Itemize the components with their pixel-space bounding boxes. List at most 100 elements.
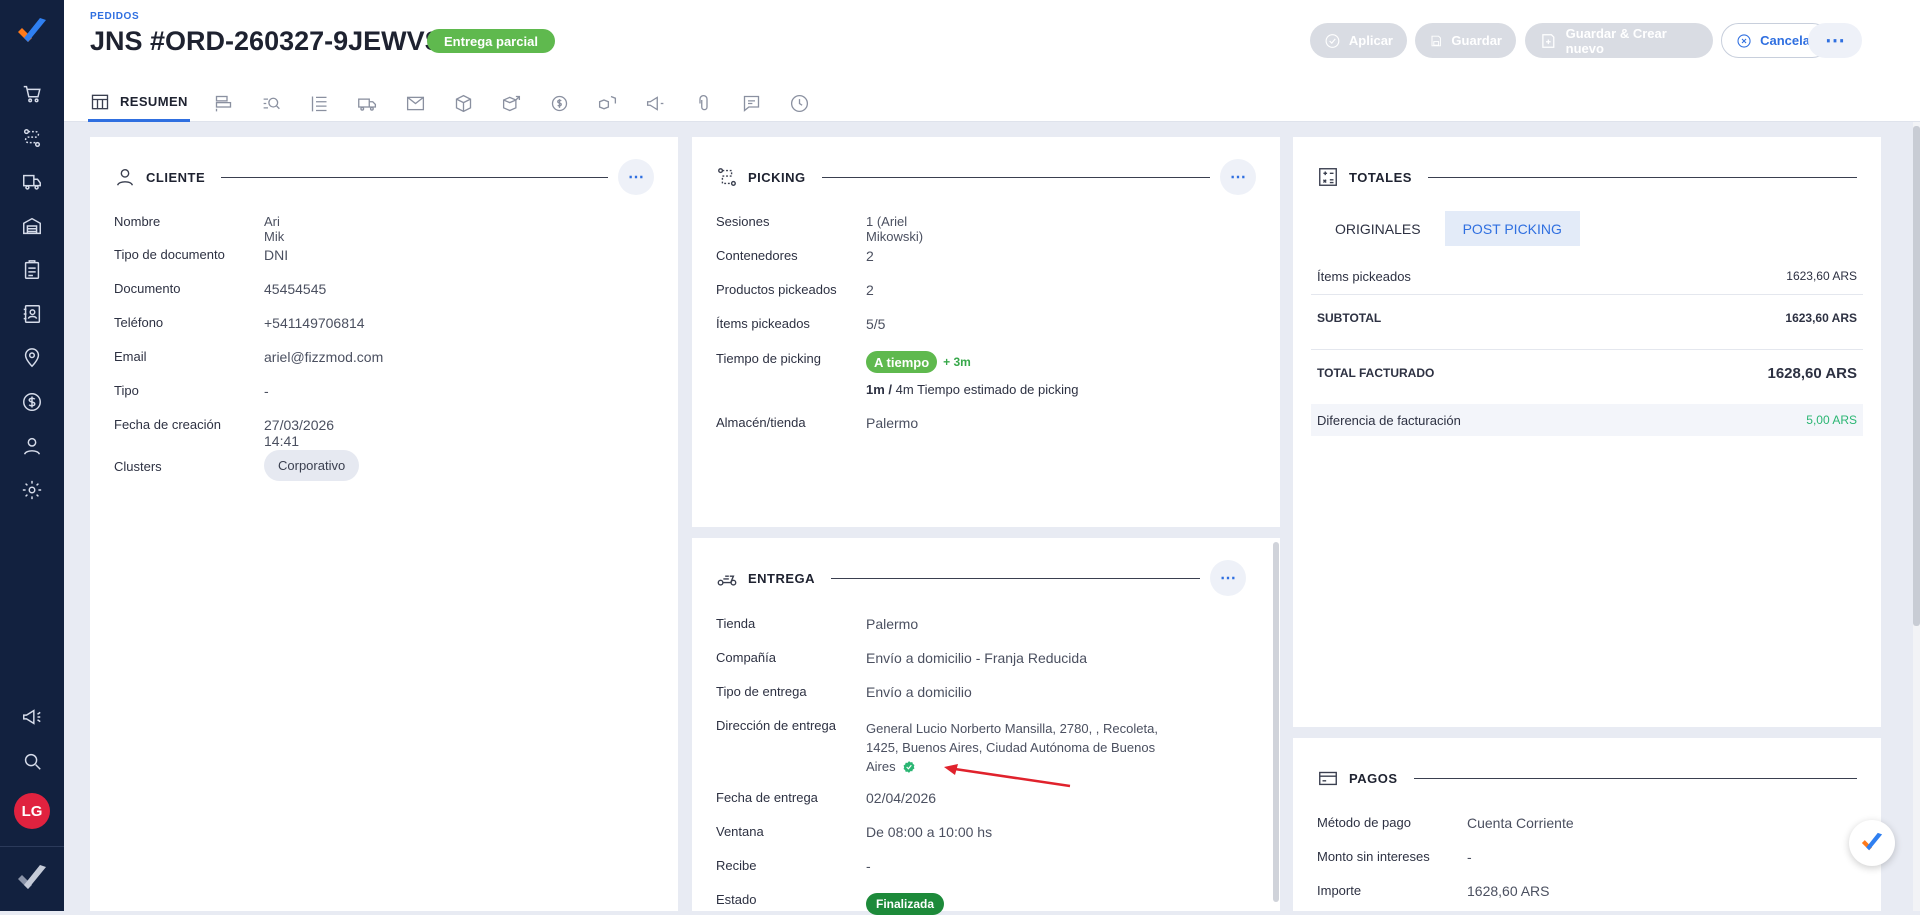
picking-more-button[interactable]: ⋯ (1220, 159, 1256, 195)
diff-value: 5,00 ARS (1806, 413, 1857, 427)
tab-returns[interactable] (500, 91, 524, 115)
field-label: Sesiones (716, 214, 770, 229)
lines-icon (312, 96, 327, 111)
header-divider (1413, 777, 1857, 779)
attachment-icon (699, 94, 708, 110)
toggle-post-picking[interactable]: POST PICKING (1444, 211, 1580, 246)
dollar-icon (552, 95, 568, 111)
entrega-scrollbar[interactable] (1273, 542, 1279, 902)
chat-icon (744, 95, 760, 112)
field-label: Fecha de entrega (716, 790, 818, 805)
picking-title: PICKING (748, 169, 806, 185)
picking-header: PICKING ⋯ (716, 159, 1256, 195)
toggle-originales[interactable]: ORIGINALES (1317, 211, 1439, 246)
tab-attachments[interactable] (692, 91, 716, 115)
clock-icon (791, 94, 809, 112)
clipboard-icon[interactable] (20, 258, 44, 282)
pagos-header: PAGOS (1317, 764, 1857, 792)
field-label: Monto sin intereses (1317, 849, 1430, 864)
field-value: 1623,60 ARS (1786, 269, 1857, 283)
save-new-button[interactable]: Guardar & Crear nuevo (1525, 23, 1713, 58)
tab-resumen[interactable]: RESUMEN (88, 84, 190, 122)
field-label: TOTAL FACTURADO (1317, 366, 1435, 380)
delivery-icon[interactable] (20, 170, 44, 194)
contact-icon[interactable] (20, 302, 44, 326)
tab-history[interactable] (788, 91, 812, 115)
tab-comments[interactable] (740, 91, 764, 115)
dollar-icon[interactable] (20, 390, 44, 414)
picking-estimated-time: 4m Tiempo estimado de picking (895, 382, 1079, 397)
time-delta: + 3m (943, 355, 971, 369)
field-value: - (866, 858, 871, 874)
field-label: SUBTOTAL (1317, 311, 1382, 325)
entrega-more-button[interactable]: ⋯ (1210, 560, 1246, 596)
field-label: Estado (716, 892, 757, 907)
settings-icon[interactable] (20, 478, 44, 502)
cliente-header: CLIENTE ⋯ (114, 159, 654, 195)
route-icon[interactable] (20, 126, 44, 150)
apply-button[interactable]: Aplicar (1310, 23, 1407, 58)
save-plus-icon (1542, 33, 1555, 48)
total-value: 1628,60 ARS (1767, 364, 1857, 382)
field-label: Tipo (114, 383, 139, 398)
search-icon[interactable] (20, 749, 44, 773)
location-icon[interactable] (20, 346, 44, 370)
field-label: Ventana (716, 824, 764, 839)
apply-button-label: Aplicar (1348, 33, 1393, 48)
user-icon[interactable] (20, 434, 44, 458)
help-fab-button[interactable] (1849, 820, 1895, 866)
megaphone-icon[interactable] (20, 705, 44, 729)
field-value: 1628,60 ARS (1467, 883, 1550, 899)
save-button[interactable]: Guardar (1415, 23, 1516, 58)
more-actions-button[interactable]: ⋯ (1808, 23, 1862, 58)
tab-items[interactable] (212, 91, 236, 115)
field-label: Importe (1317, 883, 1362, 898)
tab-shipping[interactable] (356, 91, 380, 115)
customer-name-link[interactable]: Ari Mik (264, 214, 284, 244)
tab-payments[interactable] (548, 91, 572, 115)
cliente-more-button[interactable]: ⋯ (618, 159, 654, 195)
field-label: Teléfono (114, 315, 164, 330)
field-label: Ítems pickeados (716, 316, 810, 331)
sidebar-divider (0, 846, 64, 847)
field-label: Compañía (716, 650, 776, 665)
field-value: 45454545 (264, 281, 327, 297)
field-value: 5/5 (866, 316, 886, 332)
save-icon (1431, 35, 1441, 46)
warehouse-icon[interactable] (20, 214, 44, 238)
app-logo[interactable] (14, 14, 50, 50)
avatar[interactable]: LG (14, 793, 50, 829)
field-label: Nombre (114, 214, 161, 229)
tab-packages[interactable] (452, 91, 476, 115)
save-button-label: Guardar (1451, 33, 1502, 48)
field-label: Productos pickeados (716, 282, 837, 297)
estado-badge-label: Finalizada (866, 893, 945, 915)
field-value: ariel@fizzmod.com (264, 349, 384, 365)
field-value: - (264, 383, 269, 399)
breadcrumb[interactable]: PEDIDOS (90, 11, 139, 22)
tab-picking[interactable] (260, 91, 284, 115)
divider (1311, 349, 1863, 350)
annotation-arrow (944, 764, 1071, 788)
check-circle-icon (1325, 33, 1340, 48)
field-value: Envío a domicilio (866, 684, 972, 700)
tab-promotions[interactable] (644, 91, 668, 115)
address-line: Aires (866, 759, 896, 774)
field-value: Palermo (866, 415, 919, 431)
field-value: 02/04/2026 (866, 790, 937, 806)
totales-row-items: Ítems pickeados 1623,60 ARS (1311, 261, 1863, 291)
header-divider (1427, 176, 1857, 178)
field-label: Fecha de creación (114, 417, 221, 432)
address-line: 1425, Buenos Aires, Ciudad Autónoma de B… (866, 740, 1156, 755)
scrollbar-thumb[interactable] (1913, 126, 1920, 626)
tab-messages[interactable] (404, 91, 428, 115)
page-scrollbar[interactable] (1913, 122, 1920, 911)
field-label: Dirección de entrega (716, 718, 836, 733)
tab-resumen-label: RESUMEN (120, 94, 188, 109)
totales-header: TOTALES (1317, 163, 1857, 191)
tab-lines[interactable] (308, 91, 332, 115)
app-logo-icon (1861, 832, 1883, 851)
tab-boxes[interactable] (596, 91, 620, 115)
box-arrow-icon (503, 95, 521, 111)
cart-icon[interactable] (20, 82, 44, 106)
